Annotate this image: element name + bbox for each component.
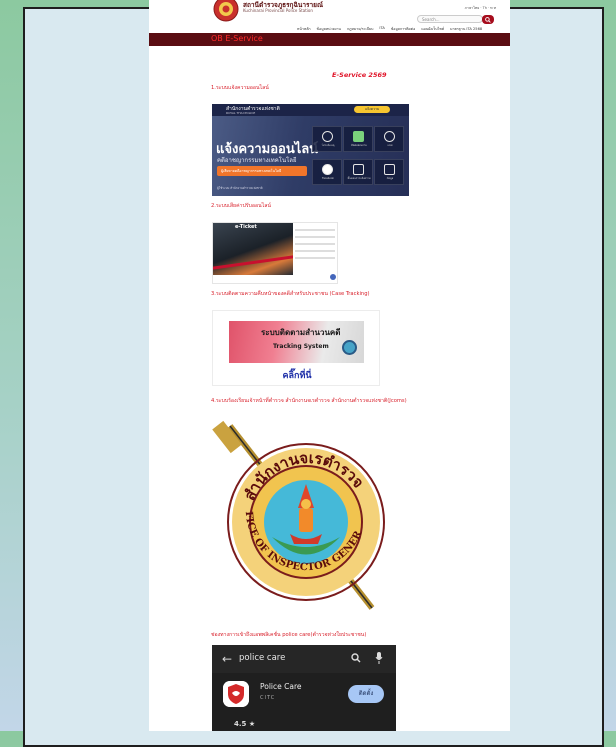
tile-line: ติดต่อสอบถาม — [343, 126, 373, 152]
tile-document: ขั้นตอนการแจ้งความ — [343, 159, 373, 185]
utility-links[interactable]: ภาษาไทย · Th · ท ท — [465, 5, 496, 11]
tracking-system-banner[interactable]: ระบบติดตามสำนวนคดี Tracking System คลิ๊ก… — [212, 310, 380, 386]
facebook-icon — [322, 164, 333, 175]
tracking-thai-title: ระบบติดตามสำนวนคดี — [261, 328, 341, 337]
page-content: สถานีตำรวจภูธรกุฉินารายณ์ Kuchinarai Pro… — [149, 0, 510, 731]
eticket-dot — [330, 274, 336, 280]
microphone-icon — [375, 652, 383, 664]
document-icon — [353, 164, 364, 175]
tile-label: แชท — [387, 144, 393, 147]
org-name-en: ROYAL THAI POLICE — [226, 111, 256, 115]
section-jcoms: 4.ระบบร้องเรียนเจ้าหน้าที่ตำรวจ สำนักงาน… — [211, 398, 407, 404]
line-icon — [353, 131, 364, 142]
store-search-bar: ← police care — [212, 645, 396, 673]
app-name: Police Care — [260, 682, 302, 691]
banner-orange-bar: ผู้เสียหายคดีอาชญากรรมทางเทคโนโลยี — [217, 166, 307, 176]
phone-icon — [322, 131, 333, 142]
main-nav: หน้าหลัก ข้อมูลหน่วยงาน กฎหมาย/ระเบียบ I… — [297, 26, 482, 32]
search-input[interactable]: Search... — [417, 15, 483, 23]
section-online-fine: 2.ระบบเสียค่าปรับออนไลน์ — [211, 203, 271, 209]
banner-footer-note: ผู้ใช้ระบบ สำนักงานตำรวจแห่งชาติ — [217, 186, 263, 190]
tile-phone: โทรแจ้งเหตุ — [312, 126, 342, 152]
eticket-form-preview — [295, 229, 335, 279]
report-pill: แจ้งความ — [354, 106, 390, 113]
eticket-banner[interactable]: e-Ticket — [212, 222, 338, 284]
tracking-banner-bg: ระบบติดตามสำนวนคดี Tracking System — [229, 321, 364, 363]
page-heading-bar: OB E-Service — [149, 33, 510, 46]
nav-item[interactable]: ข้อมูลการติดต่อ — [391, 26, 415, 32]
magnifier-icon — [342, 340, 357, 355]
banner-subline: คดีอาชญากรรมทางเทคโนโลยี — [217, 157, 297, 164]
tracking-english-title: Tracking System — [273, 343, 329, 350]
tile-label: ติดต่อสอบถาม — [351, 144, 367, 147]
nav-item[interactable]: ITA — [379, 26, 384, 32]
section-police-care: ช่องทางการเข้าถึงแอพพลิเคชั่น police car… — [211, 632, 367, 638]
oig-seal-image[interactable]: สำนักงานจเรตำรวจ OFFICE OF INSPECTOR GEN… — [212, 412, 392, 612]
police-care-app-icon — [223, 681, 249, 707]
tile-info: ข้อมูล — [374, 159, 404, 185]
eservice-title: E-Service 2569 — [332, 71, 387, 79]
nav-item[interactable]: หน้าหลัก — [297, 26, 311, 32]
police-care-appstore-screenshot[interactable]: ← police care Police Care CITC ติดตั้ง 4… — [212, 645, 396, 731]
install-button[interactable]: ติดตั้ง — [348, 685, 384, 703]
click-here-link[interactable]: คลิ๊กที่นี่ — [213, 368, 379, 382]
tile-label: ขั้นตอนการแจ้งความ — [347, 177, 371, 180]
nav-item[interactable]: กฎหมาย/ระเบียบ — [347, 26, 373, 32]
tile-label: ข้อมูล — [386, 177, 394, 180]
tile-facebook: Facebook — [312, 159, 342, 185]
search-button[interactable] — [482, 15, 494, 24]
store-search-query: police care — [239, 653, 286, 663]
nav-item[interactable]: มาตรฐาน ITA 2568 — [450, 26, 482, 32]
nav-item[interactable]: แผนผังเว็บไซต์ — [421, 26, 444, 32]
search-icon — [485, 16, 491, 23]
eticket-label: e-Ticket — [235, 224, 257, 230]
app-rating: 4.5 ★ — [234, 720, 256, 728]
app-developer: CITC — [260, 695, 276, 701]
online-report-banner[interactable]: สำนักงานตำรวจแห่งชาติ ROYAL THAI POLICE … — [212, 104, 409, 196]
section-online-report: 1.ระบบแจ้งความออนไลน์ — [211, 85, 269, 91]
tile-label: Facebook — [322, 177, 334, 180]
tile-label: โทรแจ้งเหตุ — [321, 144, 335, 147]
chat-icon — [384, 131, 395, 142]
search-icon — [351, 653, 361, 663]
site-subtitle: Kuchinarai Provincial Police Station — [243, 8, 313, 13]
back-arrow-icon: ← — [222, 652, 233, 666]
tile-chat: แชท — [374, 126, 404, 152]
nav-item[interactable]: ข้อมูลหน่วยงาน — [317, 26, 341, 32]
section-case-tracking: 3.ระบบติดตามความคืบหน้าของคดีสำหรับประชา… — [211, 291, 370, 297]
info-icon — [384, 164, 395, 175]
police-emblem-logo[interactable] — [213, 0, 239, 22]
site-header: สถานีตำรวจภูธรกุฉินารายณ์ Kuchinarai Pro… — [149, 0, 510, 33]
page-heading: OB E-Service — [211, 34, 263, 43]
